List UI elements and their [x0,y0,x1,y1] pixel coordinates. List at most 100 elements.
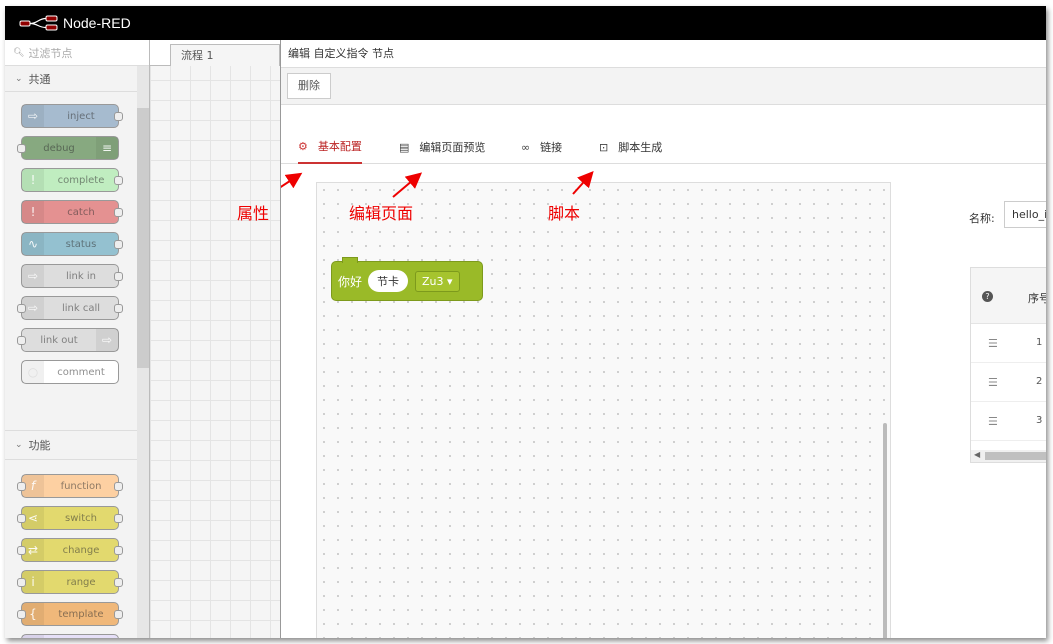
help-icon[interactable]: ? [982,291,993,302]
node-label: template [58,608,104,620]
flow-workspace[interactable]: 流程 1 [150,40,280,638]
pulse-icon: ∿ [22,233,44,255]
node-label: debug [43,142,75,154]
output-port [114,610,123,619]
node-label: function [60,480,102,492]
workspace-tabs: 流程 1 [150,40,280,66]
output-port [114,240,123,249]
tab-label: 脚本生成 [618,141,663,154]
output-port [114,272,123,281]
alert-icon: ! [22,201,44,223]
alert-icon: ! [22,169,44,191]
node-label: range [66,576,96,588]
category-header-common[interactable]: ⌄ 共通 [5,66,137,92]
category-header-function[interactable]: ⌄ 功能 [5,430,149,460]
app-title: Node-RED [63,15,131,31]
input-port [17,482,26,491]
node-label: link in [66,270,96,282]
palette-node-function[interactable]: f function [17,474,123,498]
output-port [114,546,123,555]
input-port [17,546,26,555]
name-input[interactable]: hello_i [1004,201,1046,228]
tab-flow-1[interactable]: 流程 1 [170,44,280,66]
category-body-common: ⇨ inject ≡ debug ! complete ! catch ∿ st… [5,92,149,430]
input-port [17,144,26,153]
palette-node-range[interactable]: i range [17,570,123,594]
palette-search-input[interactable]: 过滤节点 [28,45,72,61]
arrow-to-script-generate [572,171,594,195]
drag-handle-icon[interactable]: ☰ [988,337,998,350]
palette-search[interactable]: 🔍︎ 过滤节点 [5,40,149,66]
output-port [114,112,123,121]
input-port [17,514,26,523]
block-notch [342,257,358,263]
palette-node-link-out[interactable]: ⇨ link out [17,328,119,352]
search-icon: 🔍︎ [13,47,25,58]
table-row[interactable]: ☰ 3 [971,402,1046,441]
drag-handle-icon[interactable]: ☰ [988,415,998,428]
timer-icon: ◷ [22,635,44,638]
input-port [17,610,26,619]
output-port [114,578,123,587]
node-label: link out [40,334,78,346]
table-row[interactable]: ☰ 2 [971,363,1046,402]
canvas-scrollbar[interactable] [883,423,887,638]
scrollbar-thumb[interactable] [985,452,1046,460]
arrow-to-edit-page-preview [392,172,423,198]
name-label: 名称: [969,212,995,225]
arrow-to-basic-config [281,172,303,189]
output-port [114,514,123,523]
edit-tray: 编辑 自定义指令 节点 删除 ⚙ 基本配置 ▤ 编辑页面预览 ∞ 链接 ⊡ 脚本… [237,40,1046,638]
node-label: status [65,238,97,250]
category-label: 功能 [28,439,51,452]
annotation-edit-page: 编辑页面 [349,204,414,223]
table-header: ? 序号 [971,268,1046,324]
palette-node-inject[interactable]: ⇨ inject [21,104,123,128]
input-port [17,578,26,587]
node-palette: 🔍︎ 过滤节点 ⌄ 共通 ⇨ inject ≡ debug ! complete [5,40,150,638]
block-dropdown[interactable]: Zu3 ▾ [415,270,460,292]
inject-icon: ⇨ [22,105,44,127]
node-label: complete [57,174,105,186]
output-port [114,176,123,185]
input-port [17,304,26,313]
output-port [114,482,123,491]
palette-node-template[interactable]: { template [17,602,123,626]
block-canvas[interactable]: 你好 节卡 Zu3 ▾ [316,182,891,638]
table-row[interactable]: ☰ 1 [971,324,1046,363]
greeting-block[interactable]: 你好 节卡 Zu3 ▾ [331,257,483,301]
palette-node-catch[interactable]: ! catch [21,200,123,224]
chevron-down-icon: ⌄ [15,73,23,84]
table-horizontal-scrollbar[interactable]: ◀ [971,450,1046,462]
row-seq: 1 [1036,337,1043,348]
palette-node-switch[interactable]: ⋖ switch [17,506,123,530]
column-header-seq: 序号 [1028,292,1046,305]
link-out-icon: ⇨ [96,329,118,351]
block-text-field[interactable]: 节卡 [368,270,409,292]
parameter-table: ? 序号 ☰ 1 ☰ 2 ☰ 3 ◀ [970,267,1046,463]
palette-node-debug[interactable]: ≡ debug [17,136,119,160]
node-label: link call [61,302,101,314]
palette-node-change[interactable]: ⇄ change [17,538,123,562]
debug-icon: ≡ [96,137,118,159]
palette-node-status[interactable]: ∿ status [21,232,123,256]
palette-node-link-call[interactable]: ⇨ link call [17,296,123,320]
output-port [114,208,123,217]
node-red-logo-icon [19,15,58,31]
node-label: catch [67,206,95,218]
category-label: 共通 [28,72,51,86]
palette-node-comment[interactable]: ○ comment [21,360,119,384]
palette-node-link-in[interactable]: ⇨ link in [21,264,123,288]
annotation-properties: 属性 [237,204,270,223]
row-seq: 2 [1036,376,1043,387]
node-label: switch [65,512,97,524]
comment-icon: ○ [22,361,44,383]
scroll-left-icon[interactable]: ◀ [974,450,980,459]
palette-node-complete[interactable]: ! complete [21,168,123,192]
drag-handle-icon[interactable]: ☰ [988,376,998,389]
app-window: Node-RED 🔍︎ 过滤节点 ⌄ 共通 ⇨ inject ≡ debug !… [5,6,1046,638]
node-label: comment [57,366,105,378]
palette-node-delay[interactable]: ◷ delay [21,634,119,638]
block-text: 你好 [338,274,363,289]
link-in-icon: ⇨ [22,265,44,287]
